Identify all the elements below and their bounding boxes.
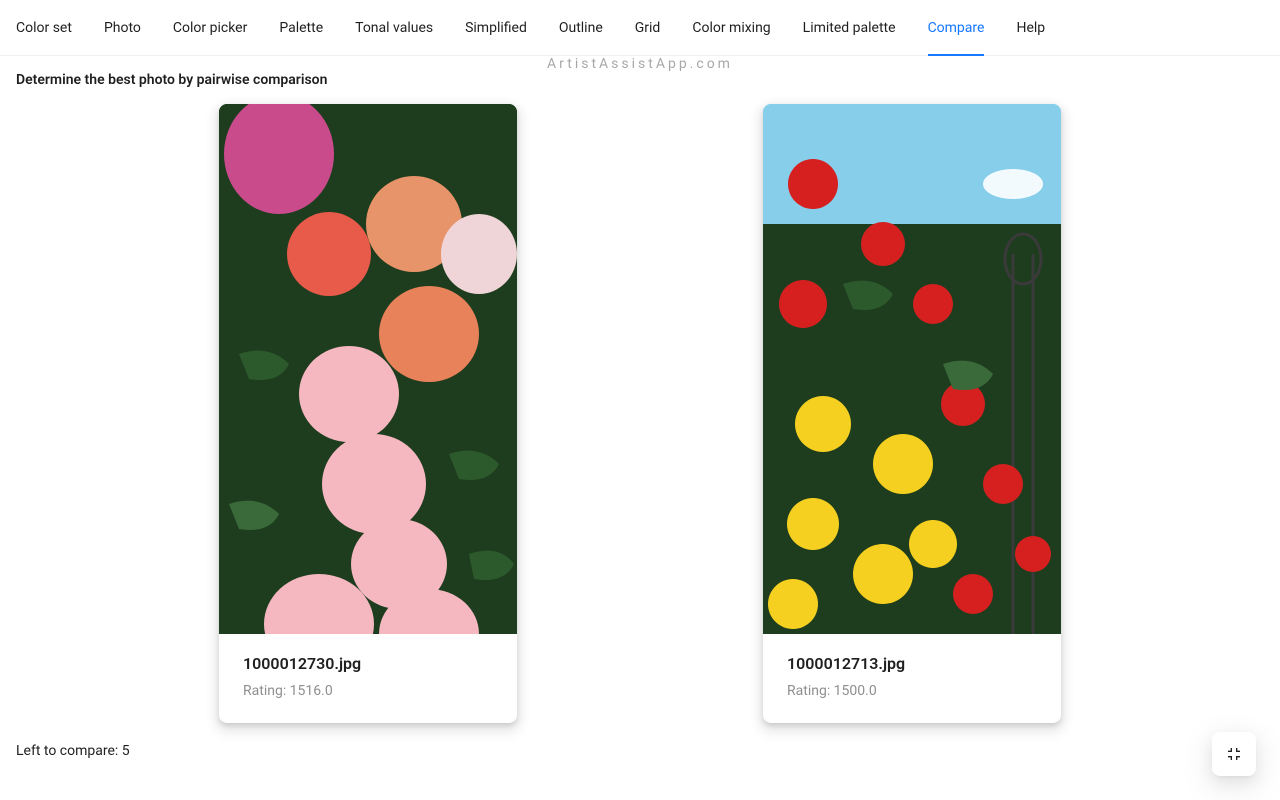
compare-card-right[interactable]: 1000012713.jpg Rating: 1500.0 bbox=[763, 104, 1061, 723]
page-heading: Determine the best photo by pairwise com… bbox=[16, 72, 1264, 88]
card-body-left: 1000012730.jpg Rating: 1516.0 bbox=[219, 634, 517, 723]
tab-palette[interactable]: Palette bbox=[279, 0, 323, 56]
compare-card-left[interactable]: 1000012730.jpg Rating: 1516.0 bbox=[219, 104, 517, 723]
card-filename-left: 1000012730.jpg bbox=[243, 654, 493, 673]
left-to-compare-count: Left to compare: 5 bbox=[16, 743, 1264, 759]
tab-limited-palette[interactable]: Limited palette bbox=[803, 0, 896, 56]
tab-grid[interactable]: Grid bbox=[635, 0, 661, 56]
fullscreen-exit-icon bbox=[1226, 746, 1242, 762]
tab-color-mixing[interactable]: Color mixing bbox=[692, 0, 770, 56]
brand-watermark: ArtistAssistApp.com bbox=[547, 56, 733, 72]
tab-bar: Color set Photo Color picker Palette Tonal v… bbox=[0, 0, 1280, 56]
tab-tonal-values[interactable]: Tonal values bbox=[355, 0, 433, 56]
tab-color-set[interactable]: Color set bbox=[16, 0, 72, 56]
content-area: Determine the best photo by pairwise com… bbox=[0, 56, 1280, 775]
card-rating-left: Rating: 1516.0 bbox=[243, 683, 493, 699]
tab-simplified[interactable]: Simplified bbox=[465, 0, 527, 56]
tab-outline[interactable]: Outline bbox=[559, 0, 603, 56]
tab-compare[interactable]: Compare bbox=[928, 0, 985, 56]
card-filename-right: 1000012713.jpg bbox=[787, 654, 1037, 673]
card-body-right: 1000012713.jpg Rating: 1500.0 bbox=[763, 634, 1061, 723]
fullscreen-toggle-button[interactable] bbox=[1212, 732, 1256, 776]
tab-photo[interactable]: Photo bbox=[104, 0, 141, 56]
compare-photo-right bbox=[763, 104, 1061, 634]
card-rating-right: Rating: 1500.0 bbox=[787, 683, 1037, 699]
compare-photo-left bbox=[219, 104, 517, 634]
compare-row: 1000012730.jpg Rating: 1516.0 bbox=[16, 104, 1264, 723]
tab-help[interactable]: Help bbox=[1016, 0, 1045, 56]
tab-color-picker[interactable]: Color picker bbox=[173, 0, 247, 56]
